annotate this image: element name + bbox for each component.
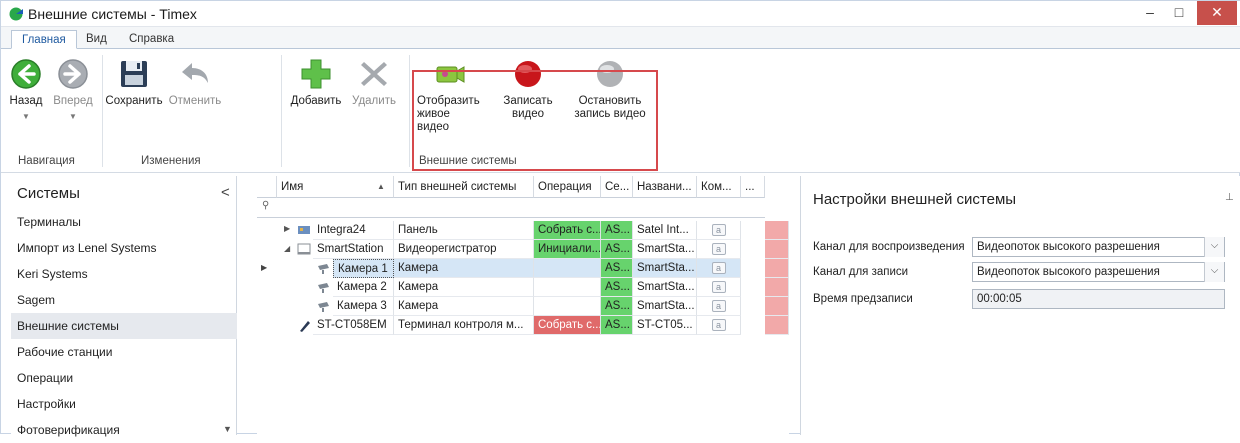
chevron-down-icon[interactable]: ⌵	[1204, 262, 1224, 282]
chevron-down-icon[interactable]: ⌵	[1204, 237, 1224, 257]
window-title: Внешние системы - Timex	[28, 6, 197, 22]
sidebar-item-external-systems[interactable]: Внешние системы	[11, 313, 237, 339]
tab-help[interactable]: Справка	[119, 30, 184, 49]
row-indicator-header	[257, 176, 277, 198]
undo-button[interactable]: Отменить	[167, 53, 223, 108]
scroll-down-icon[interactable]: ▼	[223, 424, 232, 434]
sidebar-item-settings[interactable]: Настройки	[11, 391, 237, 417]
tab-home[interactable]: Главная	[11, 30, 77, 49]
arrow-left-icon	[11, 59, 41, 89]
group-label-navigation: Навигация	[18, 155, 75, 167]
add-button[interactable]: Добавить	[289, 53, 343, 108]
column-header-type[interactable]: Тип внешней системы	[394, 176, 534, 198]
sidebar-item-operations[interactable]: Операции	[11, 365, 237, 391]
column-header-comment[interactable]: Ком...	[697, 176, 741, 198]
floppy-disk-icon	[121, 61, 147, 87]
close-button[interactable]: ✕	[1197, 1, 1237, 25]
sidebar-item-photo-verification[interactable]: Фотоверификация	[11, 417, 237, 443]
group-separator	[409, 55, 410, 167]
comment-icon[interactable]: a	[711, 281, 726, 293]
filter-row[interactable]: ⚲	[257, 198, 765, 218]
filter-icon: ⚲	[262, 200, 270, 211]
sidebar-item-terminals[interactable]: Терминалы	[11, 209, 237, 235]
panel-title: Настройки внешней системы	[813, 191, 1017, 208]
column-header-se[interactable]: Се...	[601, 176, 633, 198]
forward-button[interactable]: Вперед ▼	[49, 53, 97, 123]
minimize-button[interactable]: –	[1135, 1, 1165, 25]
panel-device-icon	[298, 226, 310, 234]
ribbon-tabs: Главная Вид Справка	[1, 27, 1240, 49]
comment-icon[interactable]: a	[711, 300, 726, 312]
delete-button[interactable]: Удалить	[347, 53, 401, 108]
comment-icon[interactable]: a	[711, 319, 726, 331]
camera-icon	[318, 302, 329, 312]
column-header-more[interactable]: ...	[741, 176, 765, 198]
status-indicator	[765, 259, 789, 278]
column-header-title[interactable]: Названи...	[633, 176, 697, 198]
record-channel-label: Канал для записи	[813, 266, 909, 278]
sidebar-title: Системы	[17, 185, 80, 202]
status-indicator	[765, 297, 789, 316]
group-label-changes: Изменения	[141, 155, 201, 167]
camera-icon	[318, 264, 329, 274]
delete-x-icon	[361, 62, 387, 86]
dropdown-arrow-icon: ▼	[69, 112, 77, 121]
status-indicator	[765, 221, 789, 240]
title-bar: Внешние системы - Timex – □ ✕	[1, 1, 1240, 27]
save-button[interactable]: Сохранить	[103, 53, 165, 108]
collapse-sidebar-button[interactable]: <	[221, 184, 230, 201]
app-logo-icon	[9, 7, 23, 21]
sidebar-item-lenel-import[interactable]: Импорт из Lenel Systems	[11, 235, 237, 261]
playback-channel-select[interactable]: Видеопоток высокого разрешения ⌵	[972, 237, 1225, 257]
comment-icon[interactable]: a	[711, 224, 726, 236]
group-separator	[281, 55, 282, 167]
sidebar-item-sagem[interactable]: Sagem	[11, 287, 237, 313]
column-header-operation[interactable]: Операция	[534, 176, 601, 198]
sidebar-item-workstations[interactable]: Рабочие станции	[11, 339, 237, 365]
prerecord-time-input[interactable]: 00:00:05	[972, 289, 1225, 309]
terminal-pen-icon	[300, 321, 310, 332]
record-channel-select[interactable]: Видеопоток высокого разрешения ⌵	[972, 262, 1225, 282]
back-button[interactable]: Назад ▼	[3, 53, 49, 123]
pin-icon[interactable]: ⊥	[1225, 192, 1234, 203]
comment-icon[interactable]: a	[711, 243, 726, 255]
column-header-name[interactable]: Имя ▲	[277, 176, 394, 198]
systems-grid: Имя ▲ Тип внешней системы Операция Се...…	[257, 176, 789, 435]
tab-view[interactable]: Вид	[76, 30, 117, 49]
undo-arrow-icon	[182, 63, 208, 83]
prerecord-time-label: Время предзаписи	[813, 293, 913, 305]
current-row-indicator-icon: ▶	[261, 263, 268, 272]
playback-channel-label: Канал для воспроизведения	[813, 241, 965, 253]
camera-icon	[318, 283, 329, 293]
dropdown-arrow-icon: ▼	[22, 112, 30, 121]
video-recorder-icon	[297, 243, 311, 255]
sort-ascending-icon: ▲	[377, 182, 385, 191]
app-window: Внешние системы - Timex – □ ✕ Главная Ви…	[0, 0, 1240, 437]
status-indicator	[765, 278, 789, 297]
sidebar-item-keri[interactable]: Keri Systems	[11, 261, 237, 287]
expand-arrow-icon[interactable]: ▶	[284, 224, 290, 233]
comment-icon[interactable]: a	[711, 262, 726, 274]
collapse-arrow-icon[interactable]: ◢	[284, 244, 290, 253]
arrow-right-icon	[58, 59, 88, 89]
plus-icon	[301, 59, 331, 89]
systems-sidebar: Системы < Терминалы Импорт из Lenel Syst…	[11, 176, 237, 437]
status-indicator	[765, 316, 789, 335]
highlight-box	[412, 70, 658, 171]
external-system-settings-panel: Настройки внешней системы ⊥ Канал для во…	[800, 176, 1240, 435]
status-indicator	[765, 240, 789, 259]
maximize-button[interactable]: □	[1164, 1, 1194, 25]
